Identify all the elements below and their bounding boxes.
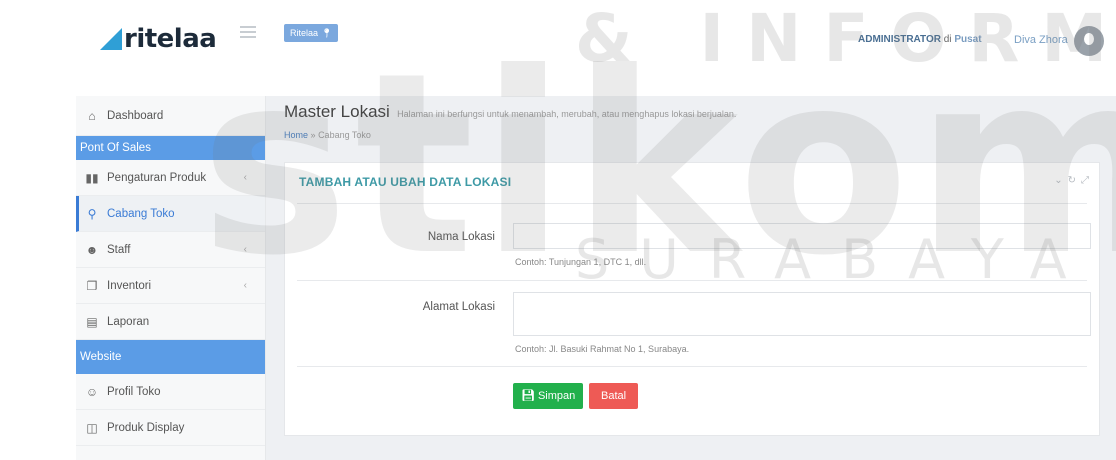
nama-lokasi-input[interactable] — [513, 223, 1091, 249]
panel-title: TAMBAH ATAU UBAH DATA LOKASI — [299, 175, 512, 189]
copy-icon: ❐ — [86, 278, 98, 293]
alamat-lokasi-textarea[interactable] — [513, 292, 1091, 336]
avatar[interactable] — [1074, 26, 1104, 56]
chevron-left-icon: ‹ — [243, 244, 247, 255]
page-subtitle: Halaman ini berfungsi untuk menambah, me… — [397, 109, 737, 119]
sidebar-item-label: Staff — [107, 243, 131, 256]
user-name-link[interactable]: Diva Zhora — [1014, 34, 1068, 46]
admin-role-info: ADMINISTRATOR di Pusat — [858, 34, 982, 45]
sidebar-item-label: Inventori — [107, 279, 152, 292]
breadcrumb-separator: » — [310, 130, 316, 140]
barcode-icon: ▮▮ — [85, 170, 99, 185]
divider — [297, 203, 1087, 204]
cancel-button-label: Batal — [601, 390, 627, 402]
sidebar-item-produk-display[interactable]: ◫ Produk Display — [76, 410, 265, 446]
users-icon: ☻ — [85, 242, 99, 257]
sidebar-item-label: Cabang Toko — [107, 207, 175, 220]
save-button[interactable]: 💾︎ Simpan — [513, 383, 584, 409]
page-title: Master Lokasi — [284, 102, 390, 121]
divider — [297, 366, 1087, 367]
chevron-left-icon: ‹ — [243, 172, 247, 183]
top-navbar: ritelaa Ritelaa 📍︎ ADMINISTRATOR di Pusa… — [0, 0, 1116, 70]
alamat-lokasi-label: Alamat Lokasi — [422, 301, 495, 313]
sidebar-item-label: Dashboard — [107, 109, 164, 122]
admin-location: Pusat — [954, 34, 982, 45]
refresh-icon[interactable]: ↻ — [1068, 175, 1076, 186]
sidebar-item-label: Pengaturan Produk — [107, 171, 207, 184]
form-panel: TAMBAH ATAU UBAH DATA LOKASI ⌄ ↻ ⤢ Nama … — [284, 162, 1100, 436]
sidebar-section-website: Website — [76, 340, 265, 374]
pin-icon: 📍︎ — [321, 28, 333, 38]
alamat-lokasi-help: Contoh: Jl. Basuki Rahmat No 1, Surabaya… — [515, 344, 690, 354]
sidebar-item-cabang-toko[interactable]: ⚲ Cabang Toko — [76, 196, 265, 232]
sidebar-item-dashboard[interactable]: ⌂ Dashboard — [76, 96, 265, 136]
save-button-label: Simpan — [537, 390, 576, 402]
sidebar-item-laporan[interactable]: ▤ Laporan — [76, 304, 265, 340]
store-selector-button[interactable]: Ritelaa 📍︎ — [284, 24, 339, 42]
chevron-left-icon: ‹ — [243, 280, 247, 291]
sidebar: ⌂ Dashboard Pont Of Sales ▮▮ Pengaturan … — [76, 96, 266, 460]
map-marker-icon: ⚲ — [87, 206, 97, 221]
save-icon: 💾︎ — [521, 390, 535, 402]
user-silhouette-icon — [1084, 33, 1094, 45]
sidebar-item-staff[interactable]: ☻ Staff ‹ — [76, 232, 265, 268]
breadcrumb-home-link[interactable]: Home — [284, 130, 308, 140]
home-icon: ⌂ — [88, 108, 96, 123]
logo-text: ritelaa — [124, 24, 217, 54]
main-content: Master Lokasi Halaman ini berfungsi untu… — [266, 96, 1116, 460]
logo-mark-icon — [100, 28, 122, 50]
admin-role: ADMINISTRATOR — [858, 34, 941, 45]
divider — [297, 280, 1087, 281]
breadcrumb: Home » Cabang Toko — [284, 130, 371, 140]
panel-tools: ⌄ ↻ ⤢ — [1054, 175, 1089, 186]
store-selector-label: Ritelaa — [290, 28, 319, 38]
sidebar-item-profil-toko[interactable]: ☺ Profil Toko — [76, 374, 265, 410]
nama-lokasi-help: Contoh: Tunjungan 1, DTC 1, dll. — [515, 257, 647, 267]
sidebar-section-pos: Pont Of Sales — [76, 136, 265, 160]
sidebar-item-inventori[interactable]: ❐ Inventori ‹ — [76, 268, 265, 304]
page-header: Master Lokasi Halaman ini berfungsi untu… — [284, 102, 736, 122]
gift-icon: ◫ — [86, 420, 98, 435]
sidebar-item-label: Profil Toko — [107, 385, 161, 398]
cancel-button[interactable]: Batal — [589, 383, 639, 409]
expand-icon[interactable]: ⤢ — [1081, 175, 1089, 186]
user-icon: ☺ — [85, 384, 99, 399]
admin-at: di — [943, 34, 952, 45]
sidebar-item-label: Produk Display — [107, 421, 185, 434]
breadcrumb-current: Cabang Toko — [318, 130, 371, 140]
collapse-icon[interactable]: ⌄ — [1054, 175, 1062, 186]
sidebar-item-pengaturan-produk[interactable]: ▮▮ Pengaturan Produk ‹ — [76, 160, 265, 196]
app-logo[interactable]: ritelaa — [100, 18, 217, 54]
file-icon: ▤ — [86, 314, 98, 329]
nama-lokasi-label: Nama Lokasi — [427, 231, 495, 243]
menu-toggle-icon[interactable] — [240, 26, 256, 38]
sidebar-item-label: Laporan — [107, 315, 150, 328]
